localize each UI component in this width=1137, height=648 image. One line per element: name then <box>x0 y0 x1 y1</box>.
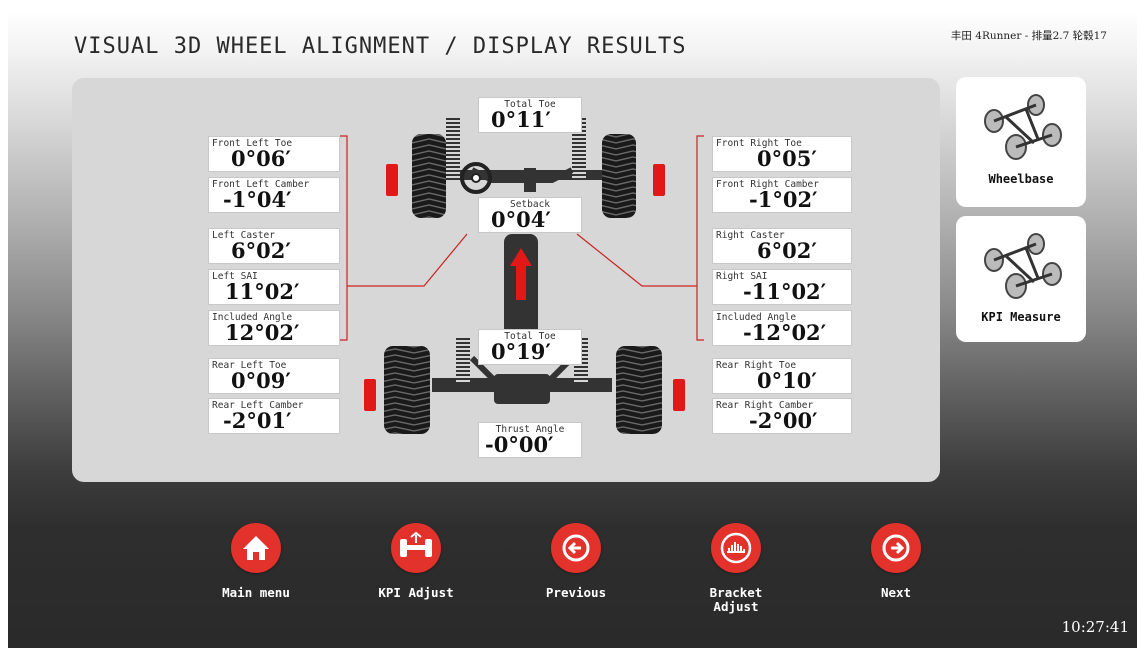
front-left-wheel <box>412 134 446 218</box>
right-caster: Right Caster 6°02′ <box>712 228 852 264</box>
kpi-measure-button[interactable]: KPI Measure <box>956 216 1086 342</box>
front-total-toe-value: 0°11′ <box>491 107 551 132</box>
rear-right-camber-value: -2°00′ <box>749 408 818 433</box>
wheelbase-button[interactable]: Wheelbase <box>956 77 1086 207</box>
previous-label: Previous <box>545 585 607 600</box>
bracket-adjust-button[interactable]: Bracket Adjust <box>676 523 796 614</box>
next-button[interactable]: Next <box>836 523 956 600</box>
chassis-3d-icon <box>984 94 1062 160</box>
rear-right-indicator <box>673 379 685 411</box>
thrust-angle: Thrust Angle -0°00′ <box>478 422 582 458</box>
chassis-3d-icon <box>984 233 1062 299</box>
bracket-adjust-label: Bracket Adjust <box>709 585 763 614</box>
front-right-toe: Front Right Toe 0°05′ <box>712 136 852 172</box>
kpi-adjust-label: KPI Adjust <box>378 585 454 600</box>
front-left-toe-value: 0°06′ <box>231 146 291 171</box>
rear-left-toe: Rear Left Toe 0°09′ <box>208 358 340 394</box>
right-included-angle-value: -12°02′ <box>743 320 827 345</box>
rear-total-toe-value: 0°19′ <box>491 339 551 364</box>
left-sai-value: 11°02′ <box>225 279 300 304</box>
right-sai: Right SAI -11°02′ <box>712 269 852 305</box>
main-menu-label: Main menu <box>222 585 290 600</box>
rear-left-camber: Rear Left Camber -2°01′ <box>208 398 340 434</box>
page-title: VISUAL 3D WHEEL ALIGNMENT / DISPLAY RESU… <box>74 34 687 59</box>
wheelbase-label: Wheelbase <box>988 172 1054 186</box>
previous-button[interactable]: Previous <box>516 523 636 600</box>
rear-left-camber-value: -2°01′ <box>223 408 292 433</box>
arrow-right-icon <box>871 523 921 573</box>
right-sai-value: -11°02′ <box>743 279 827 304</box>
next-label: Next <box>880 585 912 600</box>
front-right-indicator <box>653 164 665 196</box>
rear-right-toe: Rear Right Toe 0°10′ <box>712 358 852 394</box>
left-sai: Left SAI 11°02′ <box>208 269 340 305</box>
main-menu-button[interactable]: Main menu <box>196 523 316 600</box>
left-caster-value: 6°02′ <box>231 238 291 263</box>
clock: 10:27:41 <box>1061 618 1129 636</box>
arrow-left-icon <box>551 523 601 573</box>
kpi-measure-label: KPI Measure <box>981 310 1061 324</box>
front-left-toe: Front Left Toe 0°06′ <box>208 136 340 172</box>
front-left-camber: Front Left Camber -1°04′ <box>208 177 340 213</box>
rear-right-camber: Rear Right Camber -2°00′ <box>712 398 852 434</box>
right-included-angle: Included Angle -12°02′ <box>712 310 852 346</box>
front-left-camber-value: -1°04′ <box>223 187 292 212</box>
front-right-toe-value: 0°05′ <box>757 146 817 171</box>
bracket-adjust-icon <box>711 523 761 573</box>
home-icon <box>231 523 281 573</box>
thrust-angle-value: -0°00′ <box>485 432 554 457</box>
front-right-camber-value: -1°02′ <box>749 187 818 212</box>
right-caster-value: 6°02′ <box>757 238 817 263</box>
left-included-angle-value: 12°02′ <box>225 320 300 345</box>
rear-right-wheel <box>616 346 662 434</box>
rear-right-toe-value: 0°10′ <box>757 368 817 393</box>
alignment-screen: VISUAL 3D WHEEL ALIGNMENT / DISPLAY RESU… <box>8 8 1137 648</box>
left-caster: Left Caster 6°02′ <box>208 228 340 264</box>
setback-value: 0°04′ <box>491 207 551 232</box>
front-total-toe: Total Toe 0°11′ <box>478 97 582 133</box>
left-included-angle: Included Angle 12°02′ <box>208 310 340 346</box>
kpi-adjust-button[interactable]: KPI Adjust <box>356 523 476 600</box>
setback: Setback 0°04′ <box>478 197 582 233</box>
vehicle-info: 丰田 4Runner - 排量2.7 轮毂17 <box>950 30 1107 42</box>
rear-left-indicator <box>364 379 376 411</box>
front-right-camber: Front Right Camber -1°02′ <box>712 177 852 213</box>
front-right-wheel <box>602 134 636 218</box>
rear-left-toe-value: 0°09′ <box>231 368 291 393</box>
axle-adjust-icon <box>391 523 441 573</box>
rear-total-toe: Total Toe 0°19′ <box>478 329 582 365</box>
front-left-indicator <box>386 164 398 196</box>
right-bracket-line <box>576 135 704 341</box>
results-panel: Total Toe 0°11′ Setback 0°04′ Total Toe … <box>72 78 940 482</box>
rear-left-wheel <box>384 346 430 434</box>
